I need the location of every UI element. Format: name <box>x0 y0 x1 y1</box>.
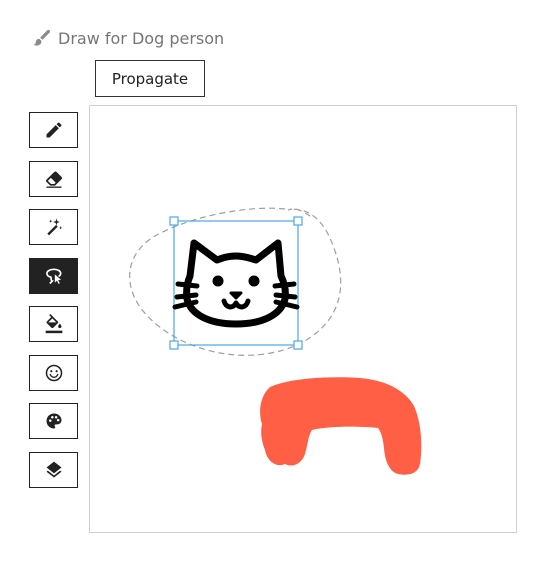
app-header: Draw for Dog person <box>32 26 224 50</box>
cat-face-icon[interactable] <box>172 239 300 328</box>
header-title: Draw for Dog person <box>58 28 225 48</box>
pencil-icon <box>46 122 62 138</box>
color-tool-button[interactable] <box>29 403 78 439</box>
lasso-selection-outline <box>129 207 342 356</box>
magic-wand-tool-button[interactable] <box>29 209 78 245</box>
lasso-tool-button[interactable] <box>29 257 78 294</box>
lasso-icon <box>45 268 62 284</box>
magic-wand-icon <box>46 218 62 236</box>
brush-icon <box>32 28 52 48</box>
propagate-button[interactable]: Propagate <box>95 60 205 97</box>
selection-handle-top-right[interactable] <box>293 216 303 226</box>
palette-icon <box>46 413 61 429</box>
smiley-icon <box>45 364 62 381</box>
eraser-tool-button[interactable] <box>29 160 78 197</box>
selection-handle-top-left[interactable] <box>169 216 179 226</box>
eraser-icon <box>45 171 62 188</box>
selection-handle-bottom-right[interactable] <box>293 340 303 350</box>
layers-tool-button[interactable] <box>29 451 78 488</box>
pencil-tool-button[interactable] <box>29 112 78 148</box>
layers-icon <box>46 461 61 478</box>
selection-handle-bottom-left[interactable] <box>169 340 179 350</box>
tool-palette <box>29 112 78 500</box>
drawing-canvas[interactable] <box>89 105 517 533</box>
paint-bucket-icon <box>45 314 62 334</box>
emoji-tool-button[interactable] <box>29 354 78 391</box>
orange-brush-stroke[interactable] <box>260 377 422 475</box>
fill-tool-button[interactable] <box>29 306 78 342</box>
